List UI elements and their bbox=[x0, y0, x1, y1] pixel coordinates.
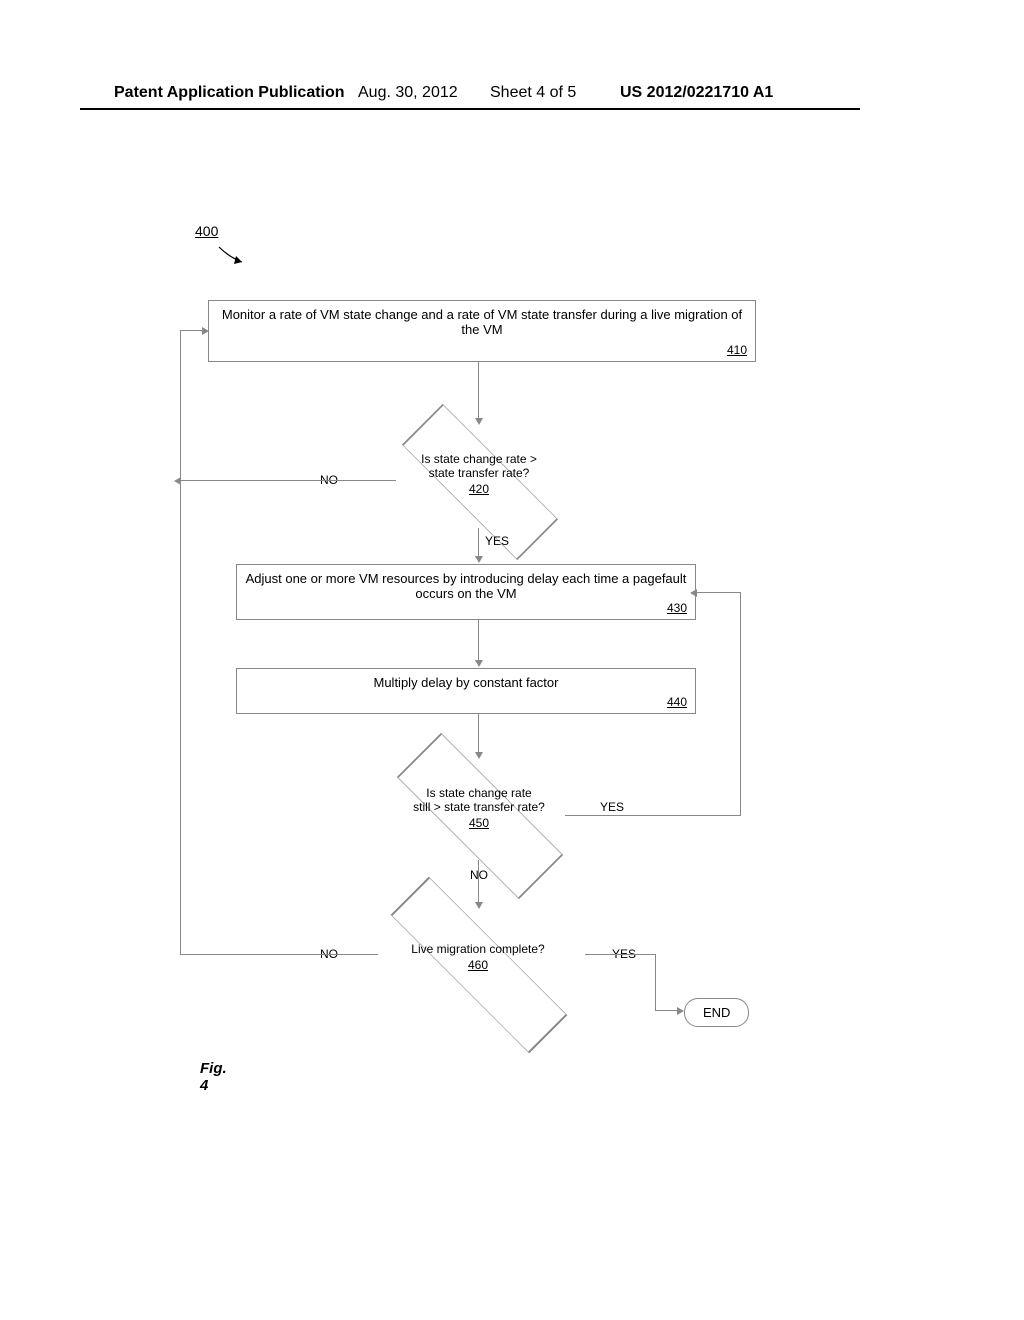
process-text: Multiply delay by constant factor bbox=[374, 675, 559, 690]
connector bbox=[740, 592, 741, 816]
process-box-410: Monitor a rate of VM state change and a … bbox=[208, 300, 756, 362]
end-terminator: END bbox=[684, 998, 749, 1027]
arrow-down-icon bbox=[475, 902, 483, 909]
process-box-440: Multiply delay by constant factor 440 bbox=[236, 668, 696, 714]
arrow-down-icon bbox=[475, 752, 483, 759]
curve-arrow-icon bbox=[214, 242, 254, 272]
flow-reference-400: 400 bbox=[195, 223, 218, 239]
connector bbox=[585, 954, 655, 955]
connector bbox=[565, 815, 740, 816]
connector bbox=[478, 860, 479, 904]
header-sheet: Sheet 4 of 5 bbox=[490, 84, 576, 102]
connector bbox=[180, 954, 378, 955]
process-box-430: Adjust one or more VM resources by intro… bbox=[236, 564, 696, 620]
connector bbox=[655, 1010, 679, 1011]
process-ref: 410 bbox=[727, 343, 747, 357]
header-docnum: US 2012/0221710 A1 bbox=[620, 84, 773, 102]
connector bbox=[180, 330, 204, 331]
end-label: END bbox=[703, 1005, 730, 1020]
arrow-right-icon bbox=[202, 327, 209, 335]
arrow-right-icon bbox=[677, 1007, 684, 1015]
header-publication: Patent Application Publication bbox=[114, 84, 345, 102]
figure-label: Fig. 4 bbox=[200, 1060, 227, 1094]
process-ref: 430 bbox=[667, 601, 687, 615]
connector bbox=[180, 480, 396, 481]
process-text: Adjust one or more VM resources by intro… bbox=[246, 571, 687, 601]
decision-420 bbox=[402, 404, 558, 560]
arrow-down-icon bbox=[475, 556, 483, 563]
connector bbox=[180, 330, 181, 955]
connector bbox=[655, 954, 656, 1010]
process-text: Monitor a rate of VM state change and a … bbox=[222, 307, 742, 337]
arrow-down-icon bbox=[475, 418, 483, 425]
no-label-450: NO bbox=[470, 868, 488, 882]
yes-label-420: YES bbox=[485, 534, 509, 548]
yes-label-450: YES bbox=[600, 800, 624, 814]
connector bbox=[478, 620, 479, 662]
arrow-down-icon bbox=[475, 660, 483, 667]
header-date: Aug. 30, 2012 bbox=[358, 84, 458, 102]
connector bbox=[696, 592, 740, 593]
arrow-left-icon bbox=[690, 589, 697, 597]
process-ref: 440 bbox=[667, 695, 687, 709]
header-divider bbox=[80, 108, 860, 110]
connector bbox=[478, 714, 479, 754]
connector bbox=[478, 362, 479, 420]
connector bbox=[478, 528, 479, 558]
